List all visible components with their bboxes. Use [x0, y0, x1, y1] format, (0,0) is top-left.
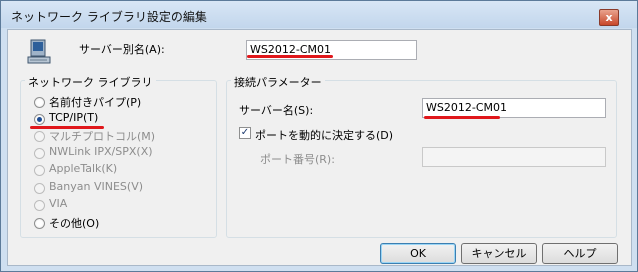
radio-named-pipes[interactable]	[34, 97, 45, 108]
server-name-value: WS2012-CM01	[426, 101, 507, 114]
radio-multiprotocol	[34, 131, 45, 142]
dialog-window: ネットワーク ライブラリ設定の編集 x サーバー別名(A): WS2012-CM…	[0, 0, 638, 272]
dialog-client-area: サーバー別名(A): WS2012-CM01 ネットワーク ライブラリ 名前付き…	[7, 29, 632, 266]
close-button[interactable]: x	[599, 9, 619, 26]
radio-nwlink	[34, 148, 45, 159]
title-bar[interactable]: ネットワーク ライブラリ設定の編集 x	[1, 1, 637, 28]
dynamic-port-checkbox[interactable]: ✓	[239, 127, 251, 139]
radio-label-via: VIA	[49, 197, 68, 210]
radio-label-nwlink: NWLink IPX/SPX(X)	[49, 145, 153, 158]
radio-appletalk	[34, 165, 45, 176]
radio-label-named-pipes[interactable]: 名前付きパイプ(P)	[49, 94, 141, 110]
connection-params-group-label: 接続パラメーター	[231, 74, 325, 90]
red-annotation-underline	[247, 55, 333, 58]
ok-button[interactable]: OK	[380, 243, 456, 264]
radio-label-banyan: Banyan VINES(V)	[49, 180, 144, 193]
radio-label-other[interactable]: その他(O)	[49, 215, 99, 231]
dynamic-port-label[interactable]: ポートを動的に決定する(D)	[255, 127, 393, 143]
radio-label-appletalk: AppleTalk(K)	[49, 162, 118, 175]
radio-label-tcpip[interactable]: TCP/IP(T)	[49, 111, 98, 124]
help-button[interactable]: ヘルプ	[542, 243, 618, 264]
alias-label: サーバー別名(A):	[79, 43, 165, 56]
port-number-label: ポート番号(R):	[260, 153, 335, 166]
port-number-input	[422, 147, 606, 167]
red-annotation-underline	[424, 116, 500, 119]
computer-icon	[27, 39, 51, 64]
server-name-label: サーバー名(S):	[239, 104, 314, 117]
radio-banyan	[34, 183, 45, 194]
cancel-button[interactable]: キャンセル	[461, 243, 537, 264]
server-name-input[interactable]: WS2012-CM01	[422, 98, 606, 118]
network-library-group-label: ネットワーク ライブラリ	[25, 74, 156, 90]
radio-label-multiprotocol: マルチプロトコル(M)	[49, 130, 156, 143]
radio-other[interactable]	[34, 218, 45, 229]
radio-tcpip[interactable]	[34, 114, 45, 125]
radio-via	[34, 200, 45, 211]
window-title: ネットワーク ライブラリ設定の編集	[11, 10, 207, 24]
